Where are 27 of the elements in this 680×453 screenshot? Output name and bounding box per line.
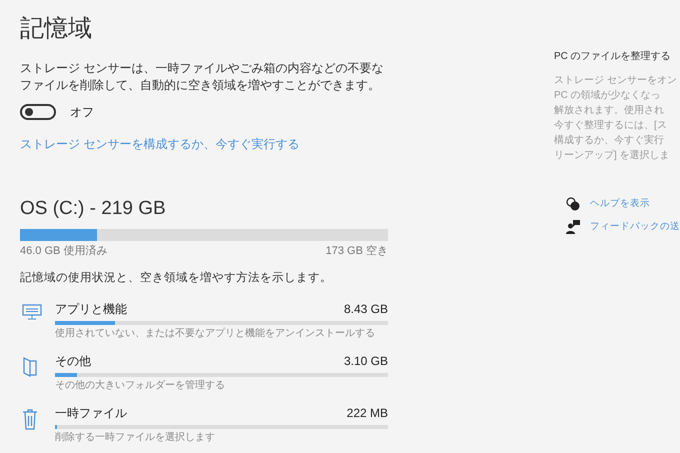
- drive-title: OS (C:) - 219 GB: [20, 197, 167, 221]
- trash-icon: [22, 408, 38, 430]
- side-text-line: 構成するか、今すぐ実行: [554, 134, 665, 148]
- free-space: 173 GB 空き: [326, 244, 388, 259]
- category-description: 削除する一時ファイルを選択します: [55, 430, 216, 445]
- page-title: 記憶域: [20, 14, 93, 44]
- storage-sense-description: ストレージ センサーは、一時ファイルやごみ箱の内容などの不要なファイルを削除して、自動的に空き領域を増やすことができます。: [20, 60, 384, 94]
- usage-intro: 記憶域の使用状況と、空き領域を増やす方法を示します。: [20, 270, 333, 286]
- side-text-line: 解放されます。使用され: [554, 104, 665, 118]
- category-size: 222 MB: [346, 404, 388, 421]
- side-heading: PC のファイルを整理する: [554, 50, 672, 64]
- category-description: 使用されていない、または不要なアプリと機能をアンインストールする: [55, 326, 376, 341]
- feedback-icon: [566, 220, 580, 234]
- category-size: 3.10 GB: [344, 352, 388, 369]
- side-text-line: ストレージ センサーをオン: [554, 74, 678, 88]
- category-name[interactable]: 一時ファイル: [55, 404, 127, 421]
- monitor-icon: [22, 304, 42, 320]
- category-size: 8.43 GB: [344, 300, 388, 317]
- category-description: その他の大きいフォルダーを管理する: [55, 378, 226, 393]
- side-text-line: 今すぐ整理するには、[ス: [554, 119, 668, 133]
- category-name[interactable]: その他: [55, 352, 91, 369]
- toggle-state-label: オフ: [70, 104, 94, 121]
- side-text-line: リーンアップ] を選択しま: [554, 148, 671, 163]
- toggle-switch[interactable]: [20, 104, 56, 120]
- used-space: 46.0 GB 使用済み: [20, 244, 108, 259]
- side-text-line: PC の領域が少なくなっ: [554, 88, 662, 103]
- category-name[interactable]: アプリと機能: [55, 300, 127, 317]
